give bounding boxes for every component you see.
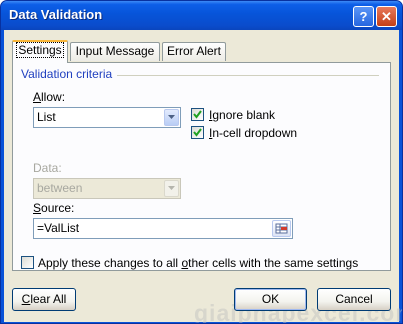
incell-dropdown-checkbox[interactable] (191, 126, 204, 139)
apply-all-label-post: ther cells with the same settings (188, 256, 359, 270)
tab-settings-label: Settings (16, 42, 64, 58)
dialog-body: Settings Input Message Error Alert Valid… (4, 30, 402, 323)
chevron-down-icon[interactable] (164, 109, 179, 126)
data-value: between (37, 181, 83, 195)
tab-input-message-label: Input Message (75, 44, 155, 58)
source-label-post: ource: (41, 201, 75, 215)
ignore-blank-checkbox[interactable] (191, 108, 204, 121)
data-dropdown: between (33, 178, 181, 199)
source-value: =ValList (37, 221, 80, 235)
incell-dropdown-label-post: n-cell dropdown (212, 126, 298, 140)
allow-label-key: A (33, 90, 42, 104)
close-button[interactable]: ✕ (376, 6, 397, 27)
data-validation-dialog: Data Validation ? ✕ Settings Input Messa… (0, 0, 403, 324)
check-icon (193, 128, 202, 137)
source-label-key: S (33, 201, 42, 215)
cancel-button[interactable]: Cancel (317, 288, 391, 311)
help-button[interactable]: ? (353, 6, 374, 27)
tab-settings[interactable]: Settings (12, 40, 68, 63)
validation-criteria-title: Validation criteria (21, 67, 113, 81)
ok-button[interactable]: OK (234, 288, 307, 311)
source-label: Source: (33, 201, 74, 215)
ignore-blank-label-post: gnore blank (212, 108, 276, 122)
chevron-down-icon (164, 180, 179, 197)
clear-all-key: C (21, 292, 31, 306)
title-bar[interactable]: Data Validation ? ✕ (1, 1, 402, 30)
range-select-icon[interactable] (272, 220, 291, 237)
clear-all-post: lear All (30, 292, 67, 306)
data-label: Data: (33, 161, 62, 175)
ignore-blank-label[interactable]: Ignore blank (209, 108, 275, 122)
allow-label-post: llow: (41, 90, 66, 104)
apply-all-label[interactable]: Apply these changes to all other cells w… (38, 256, 358, 270)
clear-all-button[interactable]: Clear All (12, 288, 76, 311)
allow-label: Allow: (33, 90, 65, 104)
allow-value: List (37, 110, 56, 124)
dialog-title: Data Validation (9, 7, 103, 22)
tab-input-message[interactable]: Input Message (70, 42, 160, 61)
tab-error-alert-label: Error Alert (166, 44, 221, 58)
settings-panel: Validation criteria Allow: List Ignore b… (12, 62, 391, 271)
apply-all-checkbox[interactable] (21, 256, 34, 269)
tab-strip: Settings Input Message Error Alert (12, 40, 392, 63)
check-icon (193, 110, 202, 119)
apply-all-label-pre: Apply these changes to all (38, 256, 182, 270)
allow-dropdown[interactable]: List (33, 107, 181, 128)
incell-dropdown-label[interactable]: In-cell dropdown (209, 126, 297, 140)
source-input[interactable]: =ValList (33, 218, 293, 239)
tab-error-alert[interactable]: Error Alert (162, 42, 226, 61)
group-divider (117, 75, 379, 76)
